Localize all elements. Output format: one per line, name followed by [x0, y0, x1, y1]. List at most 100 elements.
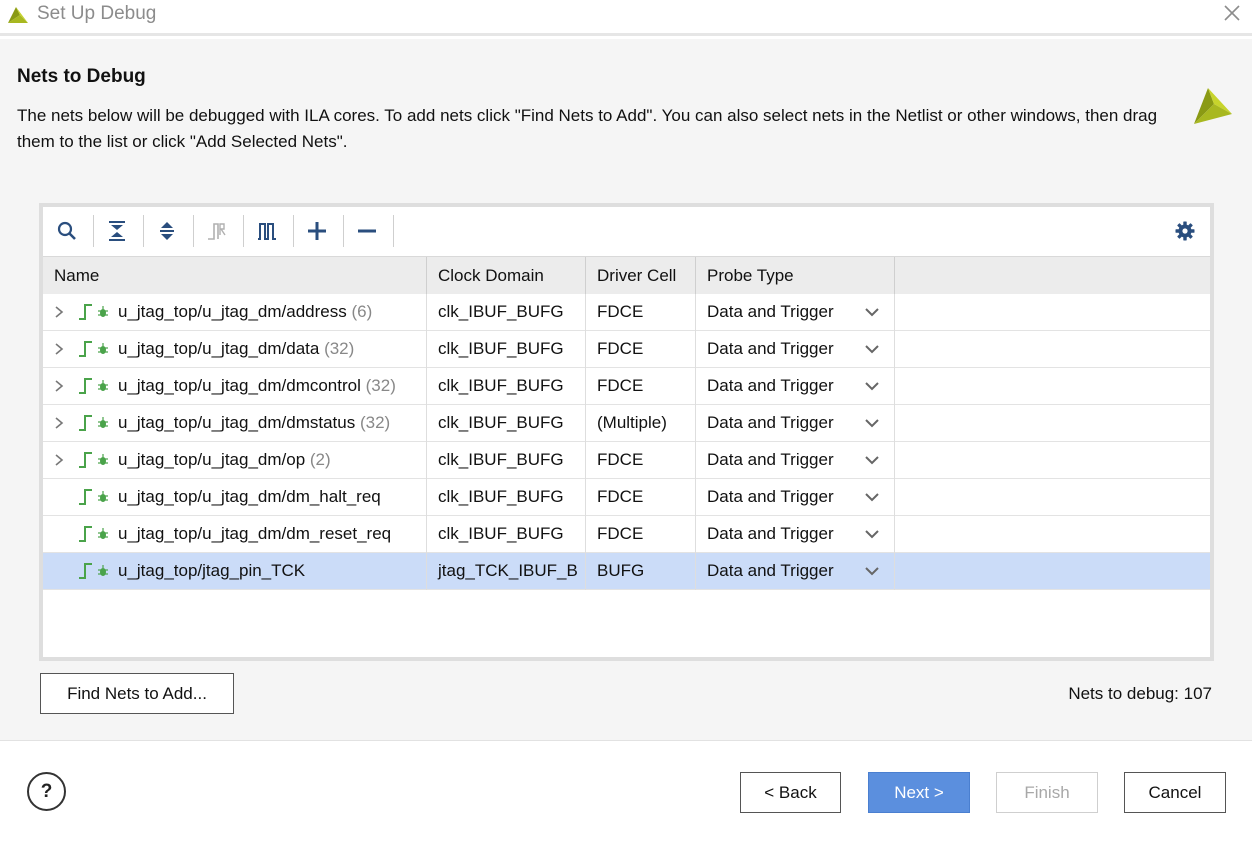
- vivado-app-icon: [8, 7, 28, 23]
- probe-type-select[interactable]: Data and Trigger: [696, 553, 895, 590]
- waveform-icon[interactable]: [252, 216, 282, 246]
- net-name: u_jtag_top/u_jtag_dm/dm_halt_req: [118, 487, 381, 506]
- debug-bug-icon: [98, 343, 108, 354]
- add-icon[interactable]: [302, 216, 332, 246]
- table-row[interactable]: u_jtag_top/u_jtag_dm/dm_reset_req clk_IB…: [43, 516, 1210, 553]
- table-row[interactable]: u_jtag_top/u_jtag_dm/data (32) clk_IBUF_…: [43, 331, 1210, 368]
- back-button[interactable]: < Back: [740, 772, 841, 813]
- cell-clock-domain: clk_IBUF_BUFG: [427, 331, 586, 368]
- net-signal-icon: [79, 489, 92, 505]
- probe-type-value: Data and Trigger: [707, 561, 834, 580]
- chevron-down-icon[interactable]: [864, 565, 880, 577]
- net-name: u_jtag_top/u_jtag_dm/address: [118, 302, 347, 321]
- cell-clock-domain: clk_IBUF_BUFG: [427, 442, 586, 479]
- net-bit-count: (32): [324, 339, 355, 358]
- cell-clock-domain: clk_IBUF_BUFG: [427, 479, 586, 516]
- probe-type-select[interactable]: Data and Trigger: [696, 442, 895, 479]
- net-name: u_jtag_top/u_jtag_dm/dmstatus: [118, 413, 356, 432]
- cell-driver-cell: FDCE: [586, 368, 696, 405]
- column-header-name[interactable]: Name: [43, 257, 427, 295]
- probe-type-select[interactable]: Data and Trigger: [696, 331, 895, 368]
- table-row[interactable]: u_jtag_top/u_jtag_dm/dm_halt_req clk_IBU…: [43, 479, 1210, 516]
- table-row[interactable]: u_jtag_top/u_jtag_dm/address (6) clk_IBU…: [43, 294, 1210, 331]
- net-bit-count: (32): [365, 376, 396, 395]
- net-name: u_jtag_top/jtag_pin_TCK: [118, 561, 306, 580]
- chevron-right-icon[interactable]: [52, 453, 66, 467]
- debug-bug-icon: [98, 380, 108, 391]
- cell-name: u_jtag_top/u_jtag_dm/dm_halt_req: [43, 479, 427, 516]
- column-header-probe-type[interactable]: Probe Type: [696, 257, 895, 295]
- chevron-down-icon[interactable]: [864, 491, 880, 503]
- cancel-button[interactable]: Cancel: [1124, 772, 1226, 813]
- chevron-down-icon[interactable]: [864, 306, 880, 318]
- chevron-right-icon[interactable]: [52, 416, 66, 430]
- table-row[interactable]: u_jtag_top/jtag_pin_TCK jtag_TCK_IBUF_B …: [43, 553, 1210, 590]
- chevron-down-icon[interactable]: [864, 343, 880, 355]
- probe-type-value: Data and Trigger: [707, 376, 834, 395]
- cell-name: u_jtag_top/jtag_pin_TCK: [43, 553, 427, 590]
- cell-clock-domain: clk_IBUF_BUFG: [427, 405, 586, 442]
- table-body: u_jtag_top/u_jtag_dm/address (6) clk_IBU…: [43, 294, 1210, 590]
- cell-driver-cell: FDCE: [586, 442, 696, 479]
- remove-icon[interactable]: [352, 216, 382, 246]
- probe-type-select[interactable]: Data and Trigger: [696, 516, 895, 553]
- table-row[interactable]: u_jtag_top/u_jtag_dm/op (2) clk_IBUF_BUF…: [43, 442, 1210, 479]
- cell-name: u_jtag_top/u_jtag_dm/address (6): [43, 294, 427, 331]
- vivado-logo-icon: [1194, 88, 1232, 124]
- chevron-right-icon[interactable]: [52, 305, 66, 319]
- table-row[interactable]: u_jtag_top/u_jtag_dm/dmstatus (32) clk_I…: [43, 405, 1210, 442]
- net-bit-count: (32): [359, 413, 391, 432]
- debug-bug-icon: [98, 454, 108, 465]
- nets-panel: Name Clock Domain Driver Cell Probe Type…: [39, 203, 1214, 661]
- content-area: Name Clock Domain Driver Cell Probe Type…: [0, 169, 1252, 741]
- debug-bug-icon: [98, 528, 108, 539]
- cell-driver-cell: (Multiple): [586, 405, 696, 442]
- cell-name: u_jtag_top/u_jtag_dm/dmcontrol (32): [43, 368, 427, 405]
- page-header: Nets to Debug The nets below will be deb…: [0, 39, 1252, 169]
- expand-all-icon[interactable]: [152, 216, 182, 246]
- finish-button: Finish: [996, 772, 1098, 813]
- clock-edge-icon[interactable]: [202, 216, 232, 246]
- probe-type-select[interactable]: Data and Trigger: [696, 405, 895, 442]
- net-name: u_jtag_top/u_jtag_dm/dm_reset_req: [118, 524, 392, 543]
- find-nets-button[interactable]: Find Nets to Add...: [40, 673, 234, 714]
- probe-type-value: Data and Trigger: [707, 339, 834, 358]
- page-title: Nets to Debug: [17, 66, 146, 87]
- probe-type-select[interactable]: Data and Trigger: [696, 479, 895, 516]
- settings-icon[interactable]: [1170, 216, 1200, 246]
- close-icon[interactable]: [1222, 3, 1242, 23]
- table-header: Name Clock Domain Driver Cell Probe Type: [43, 256, 1210, 295]
- chevron-down-icon[interactable]: [864, 528, 880, 540]
- probe-type-value: Data and Trigger: [707, 302, 834, 321]
- probe-type-value: Data and Trigger: [707, 524, 834, 543]
- cell-clock-domain: clk_IBUF_BUFG: [427, 516, 586, 553]
- chevron-down-icon[interactable]: [864, 417, 880, 429]
- chevron-right-icon[interactable]: [52, 342, 66, 356]
- probe-type-select[interactable]: Data and Trigger: [696, 368, 895, 405]
- debug-bug-icon: [98, 565, 108, 576]
- cell-driver-cell: BUFG: [586, 553, 696, 590]
- help-button[interactable]: ?: [27, 772, 66, 811]
- table-row[interactable]: u_jtag_top/u_jtag_dm/dmcontrol (32) clk_…: [43, 368, 1210, 405]
- cell-name: u_jtag_top/u_jtag_dm/op (2): [43, 442, 427, 479]
- search-icon[interactable]: [52, 216, 82, 246]
- chevron-down-icon[interactable]: [864, 380, 880, 392]
- cell-driver-cell: FDCE: [586, 516, 696, 553]
- column-header-driver-cell[interactable]: Driver Cell: [586, 257, 696, 295]
- probe-type-select[interactable]: Data and Trigger: [696, 294, 895, 331]
- collapse-all-icon[interactable]: [102, 216, 132, 246]
- window-title: Set Up Debug: [37, 3, 157, 24]
- column-header-clock-domain[interactable]: Clock Domain: [427, 257, 586, 295]
- cell-name: u_jtag_top/u_jtag_dm/dmstatus (32): [43, 405, 427, 442]
- chevron-right-icon[interactable]: [52, 379, 66, 393]
- net-signal-icon: [79, 378, 92, 394]
- net-signal-icon: [79, 563, 92, 579]
- next-button[interactable]: Next >: [868, 772, 970, 813]
- net-signal-icon: [79, 415, 92, 431]
- net-signal-icon: [79, 526, 92, 542]
- cell-driver-cell: FDCE: [586, 331, 696, 368]
- cell-driver-cell: FDCE: [586, 479, 696, 516]
- chevron-down-icon[interactable]: [864, 454, 880, 466]
- cell-clock-domain: jtag_TCK_IBUF_B: [427, 553, 586, 590]
- cell-clock-domain: clk_IBUF_BUFG: [427, 368, 586, 405]
